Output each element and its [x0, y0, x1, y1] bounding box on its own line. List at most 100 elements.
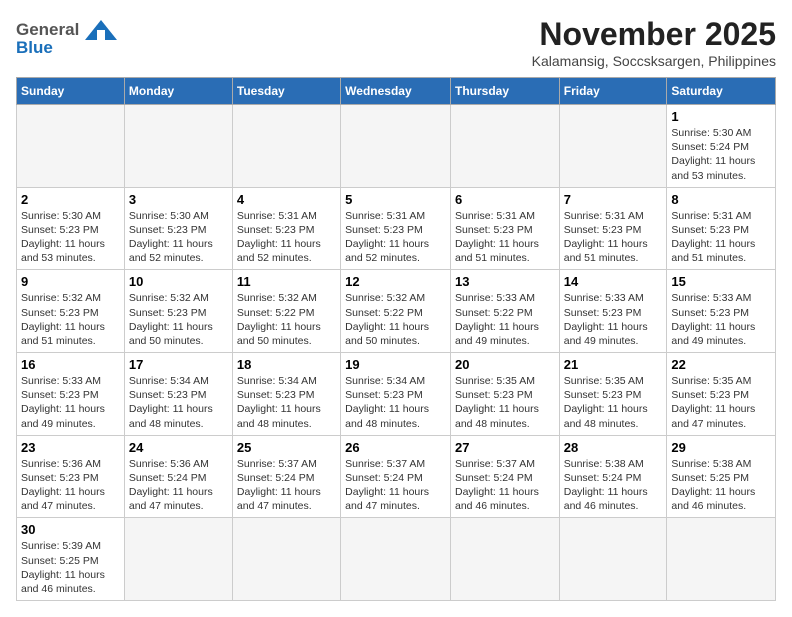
calendar-cell: [232, 105, 340, 188]
calendar-cell: [667, 518, 776, 601]
calendar-week-row: 9 Sunrise: 5:32 AM Sunset: 5:23 PM Daylig…: [17, 270, 776, 353]
calendar-cell: [124, 105, 232, 188]
day-number: 24: [129, 440, 228, 455]
day-info: Sunrise: 5:32 AM Sunset: 5:22 PM Dayligh…: [345, 291, 446, 348]
calendar-week-row: 23Sunrise: 5:36 AM Sunset: 5:23 PM Dayli…: [17, 435, 776, 518]
day-number: 20: [455, 357, 555, 372]
day-number: 22: [671, 357, 771, 372]
day-info: Sunrise: 5:35 AM Sunset: 5:23 PM Dayligh…: [455, 374, 555, 431]
calendar-cell: 2 Sunrise: 5:30 AM Sunset: 5:23 PM Daylig…: [17, 187, 125, 270]
day-number: 6: [455, 192, 555, 207]
day-info: Sunrise: 5:36 AM Sunset: 5:24 PM Dayligh…: [129, 457, 228, 514]
calendar-cell: 13 Sunrise: 5:33 AM Sunset: 5:22 PM Dayli…: [450, 270, 559, 353]
day-info: Sunrise: 5:31 AM Sunset: 5:23 PM Dayligh…: [671, 209, 771, 266]
day-number: 12: [345, 274, 446, 289]
calendar-cell: 10 Sunrise: 5:32 AM Sunset: 5:23 PM Dayli…: [124, 270, 232, 353]
day-info: Sunrise: 5:30 AM Sunset: 5:24 PM Dayligh…: [671, 126, 771, 183]
day-info: Sunrise: 5:32 AM Sunset: 5:22 PM Dayligh…: [237, 291, 336, 348]
day-number: 17: [129, 357, 228, 372]
title-block: November 2025 Kalamansig, Soccsksargen, …: [532, 16, 776, 69]
day-info: Sunrise: 5:35 AM Sunset: 5:23 PM Dayligh…: [564, 374, 663, 431]
day-info: Sunrise: 5:30 AM Sunset: 5:23 PM Dayligh…: [21, 209, 120, 266]
day-info: Sunrise: 5:36 AM Sunset: 5:23 PM Dayligh…: [21, 457, 120, 514]
day-info: Sunrise: 5:33 AM Sunset: 5:23 PM Dayligh…: [21, 374, 120, 431]
day-number: 11: [237, 274, 336, 289]
calendar-cell: 9 Sunrise: 5:32 AM Sunset: 5:23 PM Daylig…: [17, 270, 125, 353]
calendar-cell: 23Sunrise: 5:36 AM Sunset: 5:23 PM Dayli…: [17, 435, 125, 518]
calendar-cell: [450, 518, 559, 601]
day-info: Sunrise: 5:33 AM Sunset: 5:22 PM Dayligh…: [455, 291, 555, 348]
day-info: Sunrise: 5:32 AM Sunset: 5:23 PM Dayligh…: [129, 291, 228, 348]
day-number: 4: [237, 192, 336, 207]
day-number: 30: [21, 522, 120, 537]
calendar-cell: [341, 518, 451, 601]
weekday-header-tuesday: Tuesday: [232, 78, 340, 105]
day-number: 3: [129, 192, 228, 207]
calendar-cell: 12 Sunrise: 5:32 AM Sunset: 5:22 PM Dayli…: [341, 270, 451, 353]
calendar-cell: 8 Sunrise: 5:31 AM Sunset: 5:23 PM Daylig…: [667, 187, 776, 270]
day-number: 15: [671, 274, 771, 289]
calendar-cell: 11 Sunrise: 5:32 AM Sunset: 5:22 PM Dayli…: [232, 270, 340, 353]
day-number: 2: [21, 192, 120, 207]
calendar-cell: [341, 105, 451, 188]
day-info: Sunrise: 5:33 AM Sunset: 5:23 PM Dayligh…: [671, 291, 771, 348]
calendar-cell: 7 Sunrise: 5:31 AM Sunset: 5:23 PM Daylig…: [559, 187, 667, 270]
calendar-cell: [17, 105, 125, 188]
day-number: 8: [671, 192, 771, 207]
calendar-cell: 16 Sunrise: 5:33 AM Sunset: 5:23 PM Dayli…: [17, 353, 125, 436]
calendar-cell: 19 Sunrise: 5:34 AM Sunset: 5:23 PM Dayli…: [341, 353, 451, 436]
page-header: General Blue November 2025 Kalamansig, S…: [16, 16, 776, 69]
calendar-table: SundayMondayTuesdayWednesdayThursdayFrid…: [16, 77, 776, 601]
day-number: 27: [455, 440, 555, 455]
day-info: Sunrise: 5:33 AM Sunset: 5:23 PM Dayligh…: [564, 291, 663, 348]
calendar-cell: [559, 518, 667, 601]
calendar-cell: 5Sunrise: 5:31 AM Sunset: 5:23 PM Daylig…: [341, 187, 451, 270]
day-info: Sunrise: 5:37 AM Sunset: 5:24 PM Dayligh…: [237, 457, 336, 514]
calendar-week-row: 16 Sunrise: 5:33 AM Sunset: 5:23 PM Dayli…: [17, 353, 776, 436]
calendar-cell: 15 Sunrise: 5:33 AM Sunset: 5:23 PM Dayli…: [667, 270, 776, 353]
weekday-header-friday: Friday: [559, 78, 667, 105]
calendar-cell: 24 Sunrise: 5:36 AM Sunset: 5:24 PM Dayli…: [124, 435, 232, 518]
day-number: 13: [455, 274, 555, 289]
day-info: Sunrise: 5:37 AM Sunset: 5:24 PM Dayligh…: [345, 457, 446, 514]
day-number: 7: [564, 192, 663, 207]
calendar-cell: 21 Sunrise: 5:35 AM Sunset: 5:23 PM Dayli…: [559, 353, 667, 436]
calendar-cell: 26 Sunrise: 5:37 AM Sunset: 5:24 PM Dayli…: [341, 435, 451, 518]
logo: General Blue: [16, 16, 119, 58]
day-info: Sunrise: 5:38 AM Sunset: 5:24 PM Dayligh…: [564, 457, 663, 514]
day-info: Sunrise: 5:31 AM Sunset: 5:23 PM Dayligh…: [237, 209, 336, 266]
day-info: Sunrise: 5:34 AM Sunset: 5:23 PM Dayligh…: [345, 374, 446, 431]
day-number: 21: [564, 357, 663, 372]
day-number: 10: [129, 274, 228, 289]
day-info: Sunrise: 5:37 AM Sunset: 5:24 PM Dayligh…: [455, 457, 555, 514]
day-info: Sunrise: 5:39 AM Sunset: 5:25 PM Dayligh…: [21, 539, 120, 596]
day-number: 14: [564, 274, 663, 289]
day-number: 19: [345, 357, 446, 372]
day-info: Sunrise: 5:31 AM Sunset: 5:23 PM Dayligh…: [455, 209, 555, 266]
day-number: 16: [21, 357, 120, 372]
day-info: Sunrise: 5:31 AM Sunset: 5:23 PM Dayligh…: [564, 209, 663, 266]
day-number: 29: [671, 440, 771, 455]
month-year-title: November 2025: [532, 16, 776, 53]
calendar-cell: 17 Sunrise: 5:34 AM Sunset: 5:23 PM Dayli…: [124, 353, 232, 436]
calendar-cell: 6 Sunrise: 5:31 AM Sunset: 5:23 PM Daylig…: [450, 187, 559, 270]
calendar-cell: 30 Sunrise: 5:39 AM Sunset: 5:25 PM Dayli…: [17, 518, 125, 601]
day-number: 26: [345, 440, 446, 455]
day-info: Sunrise: 5:32 AM Sunset: 5:23 PM Dayligh…: [21, 291, 120, 348]
calendar-cell: 28Sunrise: 5:38 AM Sunset: 5:24 PM Dayli…: [559, 435, 667, 518]
logo-blue-text: Blue: [16, 38, 53, 58]
day-info: Sunrise: 5:34 AM Sunset: 5:23 PM Dayligh…: [129, 374, 228, 431]
calendar-cell: [450, 105, 559, 188]
day-number: 25: [237, 440, 336, 455]
calendar-week-row: 1Sunrise: 5:30 AM Sunset: 5:24 PM Daylig…: [17, 105, 776, 188]
day-number: 9: [21, 274, 120, 289]
location-subtitle: Kalamansig, Soccsksargen, Philippines: [532, 53, 776, 69]
calendar-cell: 22Sunrise: 5:35 AM Sunset: 5:23 PM Dayli…: [667, 353, 776, 436]
day-number: 5: [345, 192, 446, 207]
weekday-header-row: SundayMondayTuesdayWednesdayThursdayFrid…: [17, 78, 776, 105]
calendar-cell: 4 Sunrise: 5:31 AM Sunset: 5:23 PM Daylig…: [232, 187, 340, 270]
calendar-cell: [124, 518, 232, 601]
logo-blue-icon: [83, 16, 119, 44]
weekday-header-monday: Monday: [124, 78, 232, 105]
day-number: 18: [237, 357, 336, 372]
